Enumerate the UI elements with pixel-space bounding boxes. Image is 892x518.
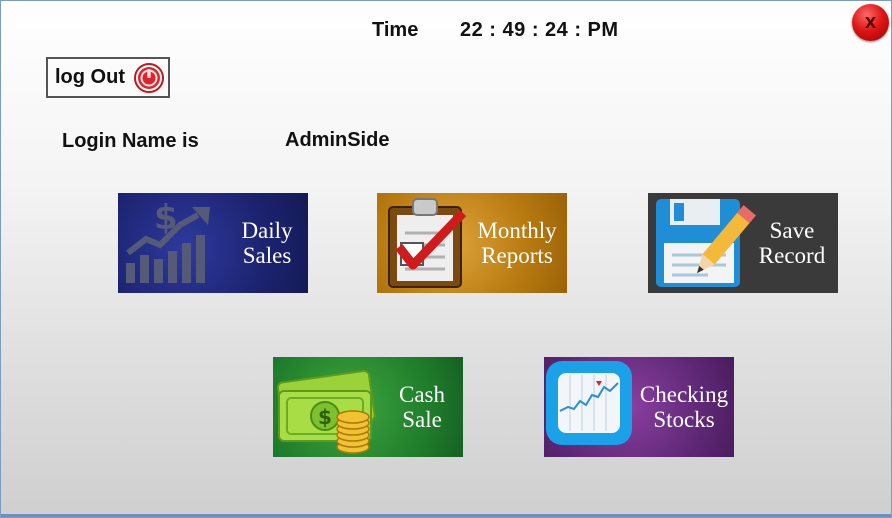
tile-label-line2: Record <box>758 243 826 268</box>
login-name-label: Login Name is <box>62 130 199 152</box>
monthly-reports-button[interactable]: Monthly Reports <box>377 193 567 293</box>
cash-sale-button[interactable]: $ Cash Sale <box>273 357 463 457</box>
time-value: 22 : 49 : 24 : PM <box>460 19 619 41</box>
tile-label-line2: Sale <box>402 407 442 432</box>
svg-text:$: $ <box>318 405 332 429</box>
checking-stocks-button[interactable]: Checking Stocks <box>544 357 734 457</box>
time-label: Time <box>372 19 419 41</box>
tile-label-line1: Daily <box>241 218 293 243</box>
logout-button[interactable]: log Out <box>46 57 170 98</box>
sales-chart-icon: $ <box>126 198 210 283</box>
daily-sales-button[interactable]: $ Daily Sales <box>118 193 308 293</box>
window-bottom-border <box>1 514 891 517</box>
power-icon <box>133 62 164 93</box>
money-coins-icon: $ <box>276 369 376 454</box>
floppy-disk-pencil-icon <box>656 199 756 287</box>
save-record-button[interactable]: Save Record <box>648 193 838 293</box>
logout-label: log Out <box>55 66 125 88</box>
close-button[interactable]: X <box>852 4 889 41</box>
tile-label-line2: Sales <box>242 243 292 268</box>
svg-text:$: $ <box>154 198 178 238</box>
tile-label-line1: Checking <box>639 382 729 407</box>
close-icon: X <box>864 13 877 32</box>
tile-label-line2: Reports <box>481 243 553 268</box>
main-window: Time 22 : 49 : 24 : PM X log Out Login N… <box>0 0 892 518</box>
tile-label-line1: Save <box>769 218 815 243</box>
tile-label-line1: Cash <box>399 382 445 407</box>
tile-label-line2: Stocks <box>653 407 715 432</box>
tile-label-line1: Monthly <box>477 218 557 243</box>
login-name-value: AdminSide <box>285 129 390 151</box>
